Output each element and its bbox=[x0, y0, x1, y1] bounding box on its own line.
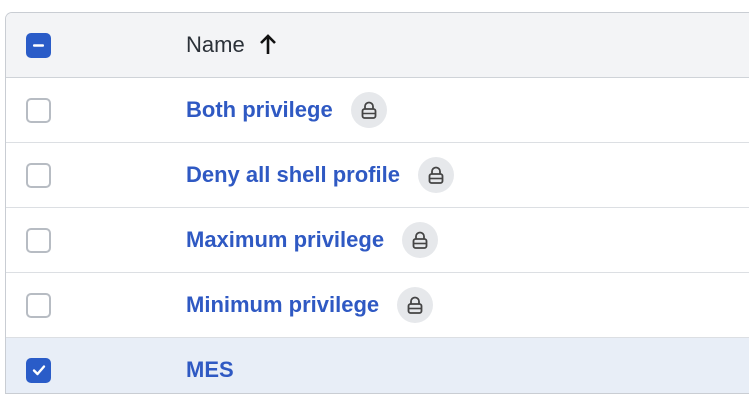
table-row: Both privilege bbox=[6, 78, 749, 143]
row-checkbox[interactable] bbox=[26, 162, 51, 188]
name-column-label: Name bbox=[186, 32, 245, 57]
checkmark-icon bbox=[32, 365, 45, 376]
profile-name-link[interactable]: MES bbox=[186, 357, 234, 383]
arrow-up-icon bbox=[259, 34, 277, 56]
row-checkbox[interactable] bbox=[26, 97, 51, 123]
table-row: Maximum privilege bbox=[6, 208, 749, 273]
row-checkbox[interactable] bbox=[26, 292, 51, 318]
table-row: Minimum privilege bbox=[6, 273, 749, 338]
name-column-header[interactable]: Name bbox=[186, 32, 277, 58]
profile-name-link[interactable]: Both privilege bbox=[186, 97, 333, 123]
table-row-selected: MES bbox=[6, 338, 749, 393]
row-checkbox-checked[interactable] bbox=[26, 357, 51, 383]
row-checkbox[interactable] bbox=[26, 227, 51, 253]
profile-name-link[interactable]: Maximum privilege bbox=[186, 227, 384, 253]
table-row: Deny all shell profile bbox=[6, 143, 749, 208]
profiles-table: Name Both privilege Deny all shell profi… bbox=[5, 12, 749, 394]
lock-icon bbox=[350, 92, 387, 128]
lock-icon bbox=[397, 287, 434, 323]
profile-name-link[interactable]: Minimum privilege bbox=[186, 292, 379, 318]
lock-icon bbox=[402, 222, 439, 258]
select-all-cell bbox=[6, 32, 71, 58]
table-header-row: Name bbox=[6, 13, 749, 78]
indeterminate-icon bbox=[33, 43, 44, 47]
lock-icon bbox=[417, 157, 454, 193]
select-all-checkbox[interactable] bbox=[26, 32, 51, 58]
profile-name-link[interactable]: Deny all shell profile bbox=[186, 162, 400, 188]
